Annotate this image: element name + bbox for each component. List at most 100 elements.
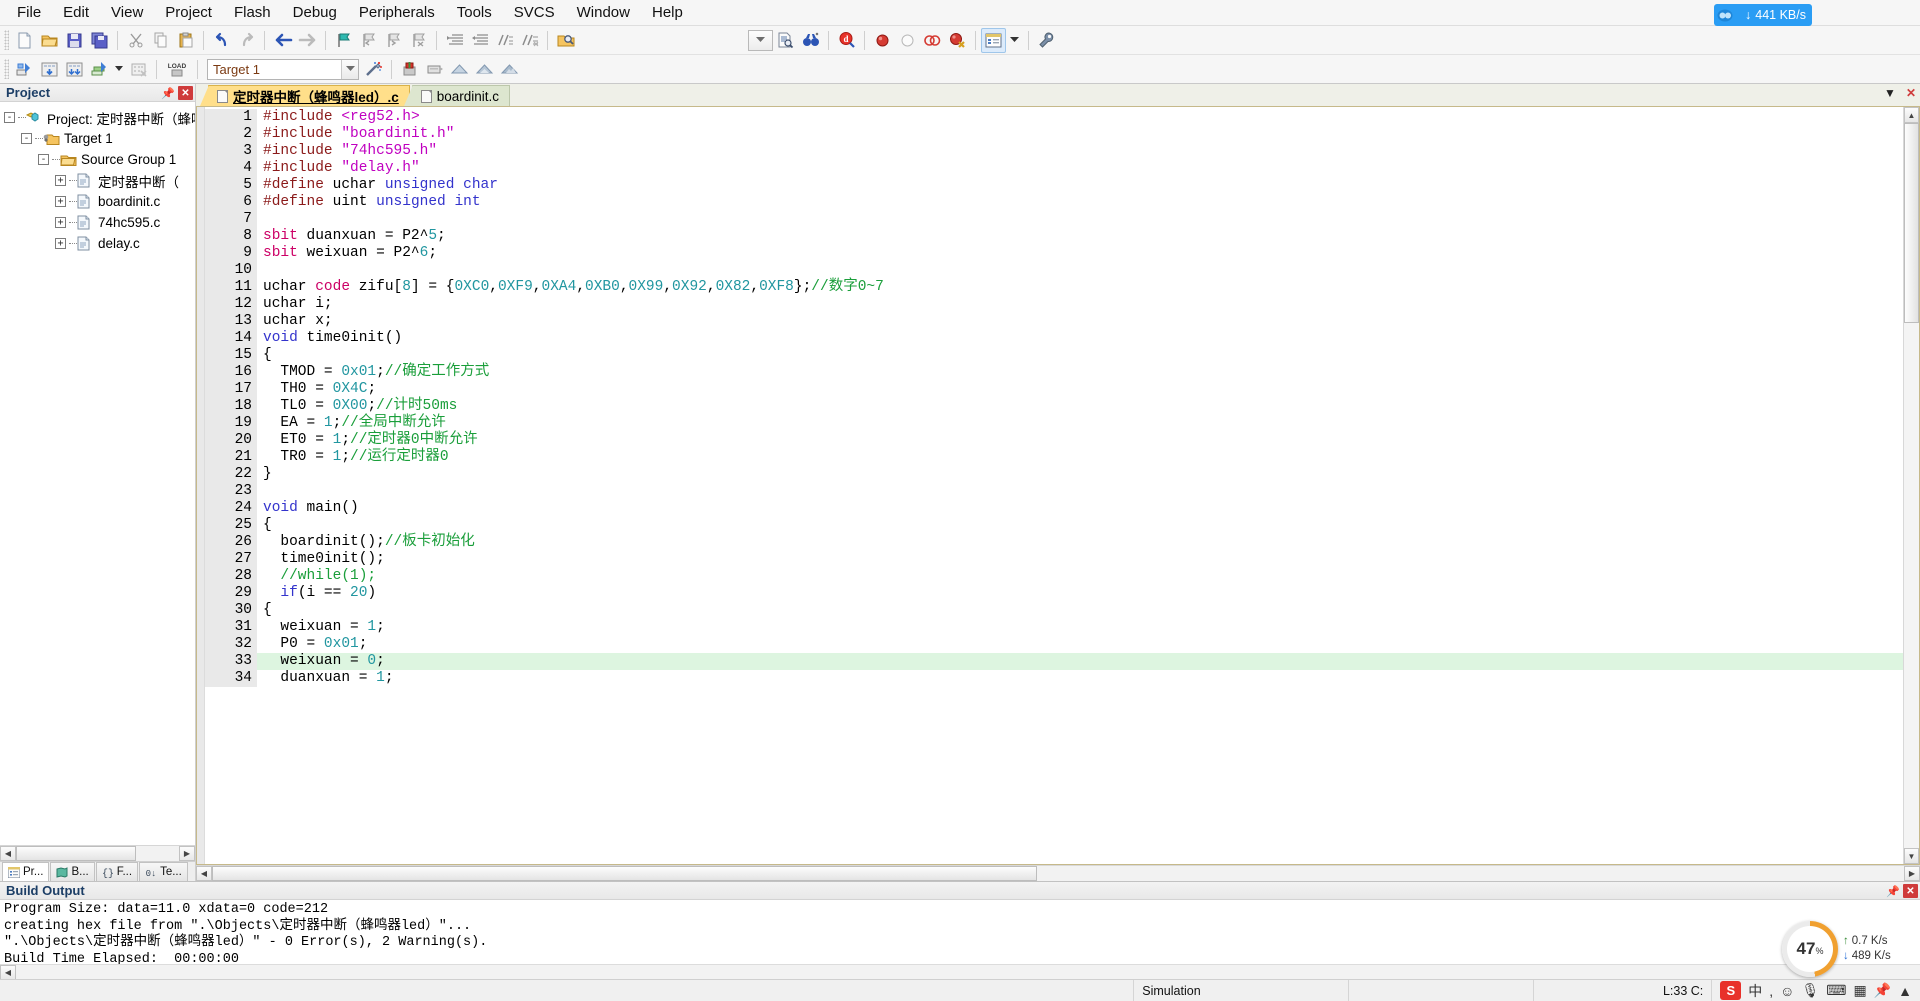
menu-window[interactable]: Window [566,1,641,24]
code-line[interactable]: 28 //while(1); [205,568,1903,585]
panel-tab-3[interactable]: 0↓ Te... [139,862,188,881]
menu-svcs[interactable]: SVCS [503,1,566,24]
ime-s-icon[interactable]: S [1720,981,1742,1000]
editor-hscrollbar[interactable]: ◀ ▶ [196,865,1920,881]
close-icon[interactable]: ✕ [1903,884,1918,898]
menu-flash[interactable]: Flash [223,1,282,24]
code-scroll-area[interactable]: 1 #include <reg52.h> 2 #include "boardinit.… [197,107,1903,864]
code-line[interactable]: 17 TH0 = 0X4C; [205,381,1903,398]
undo-arrow-icon[interactable] [209,28,234,53]
rebuild-all-icon[interactable] [62,57,87,82]
pack-select-2-icon[interactable] [472,57,497,82]
tree-node[interactable]: - Source Group 1 [4,149,195,170]
editor-vscrollbar[interactable]: ▲ ▼ [1903,107,1919,864]
find-files-icon[interactable] [553,28,578,53]
tree-node[interactable]: +74hc595.c [4,212,195,233]
scroll-down-arrow-icon[interactable]: ▼ [1904,848,1919,864]
indent-right-icon[interactable] [442,28,467,53]
menu-help[interactable]: Help [641,1,694,24]
manage-runtime-icon[interactable] [422,57,447,82]
bookmark-prev-icon[interactable] [356,28,381,53]
hscroll-track[interactable] [212,866,1904,881]
breakpoint-disable-icon[interactable] [920,28,945,53]
hscroll-thumb[interactable] [212,866,1037,881]
build-output-hscrollbar[interactable]: ◀ [0,964,1920,980]
editor-tab-0[interactable]: 定时器中断（蜂鸣器led）.c [200,85,410,106]
save-disk-icon[interactable] [62,28,87,53]
scroll-up-arrow-icon[interactable]: ▲ [1904,107,1919,123]
pack-select-3-icon[interactable] [497,57,522,82]
code-line[interactable]: 13 uchar x; [205,313,1903,330]
code-line[interactable]: 5 #define uchar unsigned char [205,177,1903,194]
project-tree[interactable]: - Project: 定时器中断（蜂鸣 - Target 1 - Source Group… [0,102,195,845]
open-folder-icon[interactable] [37,28,62,53]
vscroll-track[interactable] [1904,123,1919,848]
code-line[interactable]: 32 P0 = 0x01; [205,636,1903,653]
bookmark-flag-icon[interactable] [331,28,356,53]
menu-project[interactable]: Project [154,1,223,24]
keyboard-icon[interactable]: ⌨ [1826,982,1846,999]
expand-icon[interactable]: + [55,217,66,228]
save-all-icon[interactable] [87,28,112,53]
scroll-right-arrow-icon[interactable]: ▶ [179,846,195,861]
code-line[interactable]: 34 duanxuan = 1; [205,670,1903,687]
expand-icon[interactable]: + [55,175,66,186]
code-line[interactable]: 33 weixuan = 0; [205,653,1903,670]
build-icon[interactable] [37,57,62,82]
code-line[interactable]: 8 sbit duanxuan = P2^5; [205,228,1903,245]
menu-file[interactable]: File [6,1,52,24]
code-line[interactable]: 23 [205,483,1903,500]
speed-widget[interactable]: 47% ↑ 0.7 K/s ↓ 489 K/s [1782,921,1910,977]
manage-wand-icon[interactable] [361,57,386,82]
code-line[interactable]: 11 uchar code zifu[8] = {0XC0,0XF9,0XA4,0… [205,279,1903,296]
menu-peripherals[interactable]: Peripherals [348,1,446,24]
code-line[interactable]: 9 sbit weixuan = P2^6; [205,245,1903,262]
binoculars-icon[interactable] [798,28,823,53]
code-line[interactable]: 10 [205,262,1903,279]
project-window-icon[interactable] [981,27,1006,53]
code-line[interactable]: 31 weixuan = 1; [205,619,1903,636]
scroll-left-arrow-icon[interactable]: ◀ [196,866,212,881]
code-line[interactable]: 4 #include "delay.h" [205,160,1903,177]
code-line[interactable]: 20 ET0 = 1;//定时器0中断允许 [205,432,1903,449]
code-line[interactable]: 21 TR0 = 1;//运行定时器0 [205,449,1903,466]
code-line[interactable]: 12 uchar i; [205,296,1903,313]
code-line[interactable]: 27 time0init(); [205,551,1903,568]
new-document-icon[interactable] [12,28,37,53]
code-lines[interactable]: 1 #include <reg52.h> 2 #include "boardinit.… [205,107,1903,864]
debug-magnifier-icon[interactable]: d [834,28,859,53]
vscroll-thumb[interactable] [1904,123,1919,323]
batch-build-icon[interactable] [87,57,112,82]
menu-view[interactable]: View [100,1,154,24]
breakpoint-empty-icon[interactable] [895,28,920,53]
code-line[interactable]: 22} [205,466,1903,483]
smiley-icon[interactable]: ☺ [1780,983,1794,999]
code-line[interactable]: 6 #define uint unsigned int [205,194,1903,211]
project-panel-hscrollbar[interactable]: ◀ ▶ [0,845,195,861]
restore-window-button[interactable]: ▼ [1884,86,1896,100]
editor-tab-1[interactable]: boardinit.c [403,85,511,106]
arrow-left-icon[interactable] [270,28,295,53]
tree-node[interactable]: + delay.c [4,233,195,254]
code-line[interactable]: 16 TMOD = 0x01;//确定工作方式 [205,364,1903,381]
menu-edit[interactable]: Edit [52,1,100,24]
menu-tools[interactable]: Tools [446,1,503,24]
uncomment-icon[interactable] [517,28,542,53]
indent-left-icon[interactable] [467,28,492,53]
code-line[interactable]: 24 void main() [205,500,1903,517]
bookmark-clear-icon[interactable] [406,28,431,53]
code-line[interactable]: 19 EA = 1;//全局中断允许 [205,415,1903,432]
collapse-icon[interactable]: - [38,154,49,165]
load-icon[interactable]: LOAD [162,57,192,82]
scroll-left-arrow-icon[interactable]: ◀ [0,846,16,861]
panel-tab-2[interactable]: {} F... [95,862,139,881]
scroll-right-arrow-icon[interactable]: ▶ [1904,866,1920,881]
close-icon[interactable]: ✕ [178,86,193,100]
find-combo-dropdown[interactable] [748,29,773,51]
code-line[interactable]: 14 void time0init() [205,330,1903,347]
pack-select-1-icon[interactable] [447,57,472,82]
toolbar-grip-2[interactable] [4,59,9,79]
code-line[interactable]: 26 boardinit();//板卡初始化 [205,534,1903,551]
find-document-icon[interactable] [773,28,798,53]
panel-tab-1[interactable]: B... [50,862,95,881]
